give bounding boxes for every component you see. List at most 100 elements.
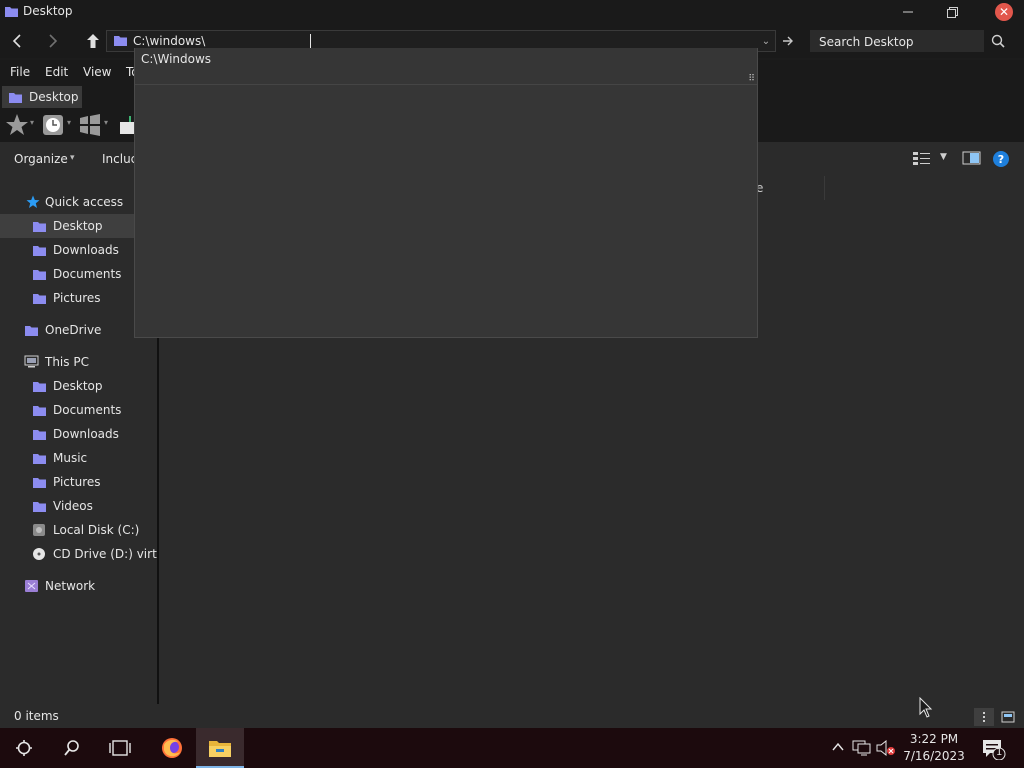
system-clock[interactable]: 3:22 PM 7/16/2023: [892, 731, 976, 765]
search-input[interactable]: [819, 34, 979, 50]
large-icons-view-button[interactable]: [998, 708, 1018, 726]
chevron-down-icon[interactable]: ▾: [104, 118, 108, 127]
folder-icon: [33, 502, 46, 512]
nav-label: OneDrive: [45, 323, 102, 337]
chevron-down-icon: ▾: [70, 153, 75, 163]
start-button[interactable]: [0, 728, 48, 768]
star-icon[interactable]: [4, 112, 30, 138]
nav-label: Documents: [53, 403, 122, 417]
nav-pc-music[interactable]: Music: [0, 446, 158, 470]
notification-icon: [983, 740, 1006, 761]
cd-drive-icon: [33, 548, 45, 560]
folder-icon: [33, 382, 46, 392]
nav-label: Music: [53, 451, 88, 465]
nav-cd-drive[interactable]: CD Drive (D:) virtio: [0, 542, 158, 566]
menu-edit[interactable]: Edit: [45, 65, 68, 79]
folder-icon: [33, 246, 46, 256]
nav-label: Downloads: [53, 427, 119, 441]
folder-icon: [114, 36, 127, 46]
file-explorer-taskbar-button[interactable]: [196, 728, 244, 768]
forward-button[interactable]: [40, 30, 66, 52]
nav-label: Quick access: [45, 195, 124, 209]
chevron-down-icon[interactable]: ⌄: [759, 32, 773, 50]
notification-count: 1: [996, 747, 1003, 758]
suggestion-item[interactable]: C:\Windows: [141, 52, 211, 66]
minimize-button[interactable]: [888, 0, 928, 24]
resize-grip-icon[interactable]: ⠿: [748, 74, 755, 84]
title-bar: Desktop ✕: [0, 0, 1024, 24]
help-icon[interactable]: ?: [992, 150, 1010, 168]
menu-file[interactable]: File: [10, 65, 30, 79]
status-bar: 0 items: [0, 704, 1024, 728]
folder-icon: [9, 93, 22, 103]
address-input[interactable]: [133, 33, 753, 49]
chevron-down-icon[interactable]: ▾: [30, 118, 34, 127]
favorites-tab-label: Desktop: [29, 90, 79, 104]
hard-drive-icon: [33, 524, 45, 536]
chevron-down-icon[interactable]: ▼: [940, 152, 947, 162]
firefox-taskbar-button[interactable]: [148, 728, 196, 768]
folder-icon: [33, 406, 46, 416]
task-view-button[interactable]: [96, 728, 144, 768]
nav-this-pc[interactable]: This PC: [0, 350, 158, 374]
mouse-cursor-icon: [919, 697, 933, 718]
search-button[interactable]: [986, 30, 1010, 52]
star-icon: [26, 195, 40, 208]
nav-pc-desktop[interactable]: Desktop: [0, 374, 158, 398]
nav-pc-pictures[interactable]: Pictures: [0, 470, 158, 494]
nav-label: Downloads: [53, 243, 119, 257]
details-view-button[interactable]: [974, 708, 994, 726]
nav-label: Network: [45, 579, 96, 593]
chevron-up-icon[interactable]: [832, 740, 844, 754]
preview-pane-icon[interactable]: [962, 150, 982, 166]
clock-time: 3:22 PM: [909, 732, 959, 746]
chevron-down-icon[interactable]: ▾: [67, 118, 71, 127]
large-icons-view-icon: [1001, 711, 1015, 723]
search-box[interactable]: [810, 30, 984, 52]
nav-pc-documents[interactable]: Documents: [0, 398, 158, 422]
file-explorer-icon: [209, 741, 231, 757]
go-button[interactable]: [778, 30, 798, 52]
nav-pc-downloads[interactable]: Downloads: [0, 422, 158, 446]
taskbar: 3:22 PM 7/16/2023 1: [0, 728, 1024, 768]
column-divider[interactable]: [824, 176, 825, 200]
view-options-icon[interactable]: [912, 150, 932, 166]
search-button[interactable]: [48, 728, 96, 768]
windows-flag-icon[interactable]: [78, 114, 102, 136]
arrow-right-icon: [783, 36, 793, 46]
back-button[interactable]: [4, 30, 30, 52]
nav-label: Videos: [53, 499, 93, 513]
folder-icon: [33, 270, 46, 280]
nav-network[interactable]: Network: [0, 574, 158, 598]
include-in-library-button[interactable]: Incluc: [102, 152, 137, 166]
menu-view[interactable]: View: [83, 65, 111, 79]
nav-label: This PC: [45, 355, 89, 369]
minimize-icon: [903, 11, 913, 13]
restore-icon: [946, 6, 958, 18]
organize-button[interactable]: Organize: [14, 152, 68, 166]
nav-pc-videos[interactable]: Videos: [0, 494, 158, 518]
folder-icon: [33, 454, 46, 464]
clock-date: 7/16/2023: [903, 749, 965, 763]
action-center-button[interactable]: 1: [982, 738, 1006, 761]
nav-label: Desktop: [53, 219, 103, 233]
close-icon: ✕: [995, 3, 1013, 21]
clock-icon[interactable]: [42, 114, 64, 136]
close-button[interactable]: ✕: [984, 0, 1024, 24]
details-view-icon: [983, 712, 985, 722]
nav-local-disk[interactable]: Local Disk (C:): [0, 518, 158, 542]
forward-arrow-icon: [49, 34, 58, 48]
restore-button[interactable]: [932, 0, 972, 24]
window-title: Desktop: [23, 4, 73, 18]
task-view-icon: [109, 740, 131, 756]
start-icon: [16, 740, 32, 756]
nav-label: Pictures: [53, 291, 101, 305]
favorites-tab-desktop[interactable]: Desktop: [2, 86, 82, 108]
up-button[interactable]: [80, 30, 106, 52]
network-status-icon[interactable]: [852, 740, 872, 756]
search-icon: [64, 740, 79, 756]
folder-icon: [5, 7, 18, 17]
address-autocomplete-dropdown: C:\Windows ⠿: [134, 48, 758, 338]
item-count: 0 items: [14, 709, 59, 723]
svg-text:?: ?: [998, 153, 1004, 166]
